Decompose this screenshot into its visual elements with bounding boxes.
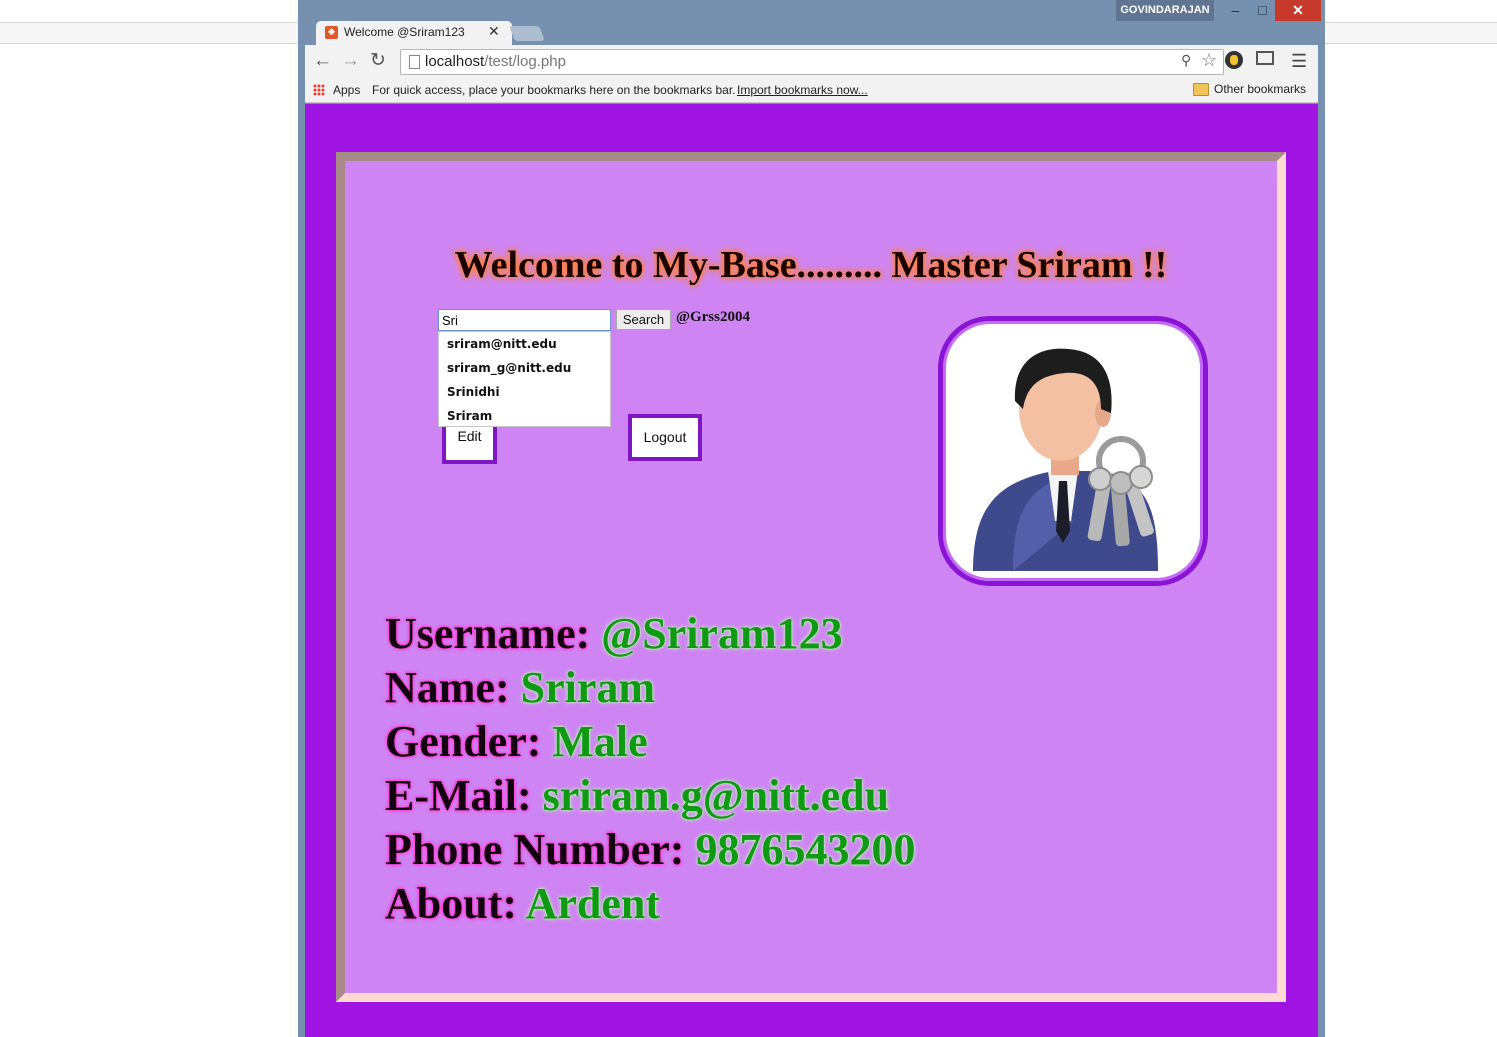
- profile-label: E-Mail:: [385, 771, 532, 820]
- profile-row-gender: Gender: Male: [385, 715, 915, 769]
- browser-window: GOVINDARAJAN – □ ✕ ❖ Welcome @Sriram123 …: [298, 0, 1325, 1037]
- bookmark-star-icon[interactable]: ☆: [1201, 50, 1217, 71]
- key-icon[interactable]: ⚲: [1181, 52, 1191, 69]
- maximize-icon[interactable]: □: [1249, 0, 1276, 21]
- profile-label: Username:: [385, 609, 591, 658]
- new-tab-button[interactable]: [509, 26, 545, 41]
- tab-close-icon[interactable]: ✕: [488, 23, 500, 40]
- page-title: Welcome to My-Base......... Master Srira…: [454, 244, 1168, 286]
- profile-row-email: E-Mail: sriram.g@nitt.edu: [385, 769, 915, 823]
- autocomplete-dropdown: sriram@nitt.edu sriram_g@nitt.edu Srinid…: [438, 331, 611, 427]
- profile-label: Name:: [385, 663, 510, 712]
- close-window-icon[interactable]: ✕: [1275, 0, 1321, 21]
- minimize-icon[interactable]: –: [1222, 0, 1249, 21]
- autocomplete-item[interactable]: sriram@nitt.edu: [439, 332, 610, 356]
- profile-details: Username: @Sriram123 Name: Sriram Gender…: [385, 607, 915, 931]
- browser-tab-active[interactable]: ❖ Welcome @Sriram123 ✕: [316, 21, 512, 45]
- profile-user-badge[interactable]: GOVINDARAJAN: [1116, 0, 1214, 21]
- back-arrow-icon[interactable]: ←: [313, 51, 332, 71]
- xampp-favicon-icon: ❖: [325, 26, 338, 39]
- tab-title: Welcome @Sriram123: [344, 25, 465, 39]
- autocomplete-item[interactable]: Srinidhi: [439, 380, 610, 404]
- content-panel: Welcome to My-Base......... Master Srira…: [336, 152, 1286, 1002]
- other-bookmarks-link[interactable]: Other bookmarks: [1214, 82, 1306, 96]
- profile-row-about: About: Ardent: [385, 877, 915, 931]
- url-path: /test/log.php: [484, 53, 566, 70]
- profile-value: Ardent: [525, 879, 661, 928]
- url-text: localhost/test/log.php: [425, 53, 566, 70]
- profile-value: @Sriram123: [601, 609, 843, 658]
- import-bookmarks-link[interactable]: Import bookmarks now...: [737, 83, 868, 97]
- fullscreen-icon[interactable]: [1256, 51, 1274, 65]
- url-host: localhost: [425, 53, 485, 70]
- browser-toolbar: ← → ↻ localhost/test/log.php ⚲ ☆ ☰: [305, 45, 1318, 78]
- search-button[interactable]: Search: [616, 309, 671, 330]
- profile-value: Sriram: [520, 663, 656, 712]
- apps-link[interactable]: Apps: [333, 83, 360, 97]
- forward-arrow-icon[interactable]: →: [341, 51, 360, 71]
- profile-value: 9876543200: [695, 825, 916, 874]
- profile-row-username: Username: @Sriram123: [385, 607, 915, 661]
- page-icon: [409, 55, 420, 69]
- autocomplete-item[interactable]: Sriram: [439, 404, 610, 428]
- folder-icon: [1193, 83, 1209, 96]
- apps-grid-icon[interactable]: [313, 84, 325, 96]
- admin-user-icon: [973, 348, 1158, 571]
- bookmarks-bar: Apps For quick access, place your bookma…: [305, 78, 1318, 103]
- profile-value: Male: [552, 717, 648, 766]
- profile-label: Gender:: [385, 717, 542, 766]
- profile-label: About:: [385, 879, 518, 928]
- user-handle: @Grss2004: [676, 309, 750, 325]
- menu-icon[interactable]: ☰: [1291, 51, 1307, 72]
- profile-label: Phone Number:: [385, 825, 685, 874]
- profile-row-phone: Phone Number: 9876543200: [385, 823, 915, 877]
- address-bar[interactable]: localhost/test/log.php ⚲ ☆: [400, 49, 1224, 75]
- search-input[interactable]: [438, 309, 611, 331]
- reload-icon[interactable]: ↻: [370, 51, 386, 71]
- autocomplete-item[interactable]: sriram_g@nitt.edu: [439, 356, 610, 380]
- profile-row-name: Name: Sriram: [385, 661, 915, 715]
- bookmarks-hint: For quick access, place your bookmarks h…: [372, 83, 736, 97]
- page-viewport: Welcome to My-Base......... Master Srira…: [305, 104, 1318, 1037]
- extension-icon[interactable]: [1225, 51, 1243, 69]
- profile-value: sriram.g@nitt.edu: [542, 771, 890, 820]
- logout-button[interactable]: Logout: [628, 414, 702, 461]
- user-avatar-image: [938, 316, 1208, 586]
